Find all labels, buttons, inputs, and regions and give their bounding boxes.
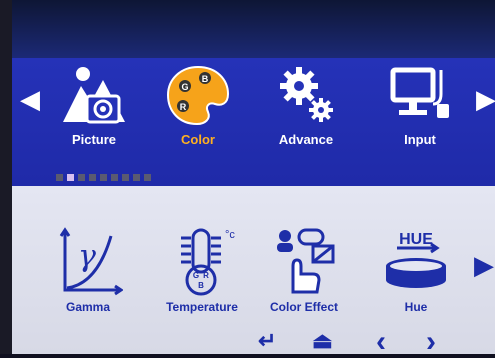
screen-bezel (0, 0, 495, 60)
page-dot (100, 174, 107, 181)
page-dot (56, 174, 63, 181)
hue-icon: HUE (386, 231, 446, 288)
exit-icon[interactable]: ⏏ (312, 330, 333, 352)
submenu-label: Hue (404, 300, 428, 314)
picture-icon (63, 67, 125, 124)
submenu-color-effect[interactable]: Color Effect (256, 226, 352, 322)
gears-icon (280, 67, 333, 122)
category-label: Advance (278, 132, 334, 147)
gamma-glyph: γ (78, 239, 96, 274)
page-dot (133, 174, 140, 181)
enter-icon[interactable]: ↵ (258, 330, 276, 352)
page-indicator (56, 168, 155, 181)
submenu-label: Temperature (166, 300, 238, 314)
page-dot (122, 174, 129, 181)
palette-letter: B (202, 74, 209, 84)
category-advance[interactable]: Advance (258, 64, 354, 154)
category-prev-arrow[interactable]: ◀ (20, 86, 40, 112)
hue-caption: HUE (399, 231, 433, 248)
page-dot (144, 174, 151, 181)
gamma-curve-icon: γ (59, 227, 123, 296)
page-dot (78, 174, 85, 181)
category-label: Color (181, 132, 215, 147)
category-input[interactable]: Input (372, 64, 468, 154)
prev-icon[interactable]: ‹ (376, 327, 386, 357)
palette-letter: R (180, 102, 187, 112)
screen-bezel-left (0, 0, 12, 354)
palette-letter: G (181, 82, 188, 92)
submenu-temperature[interactable]: °c G R B Temperature (154, 226, 250, 322)
page-dot (111, 174, 118, 181)
submenu-label: Gamma (65, 300, 111, 314)
page-dot (89, 174, 96, 181)
temperature-letter: B (198, 281, 204, 290)
category-label: Picture (71, 132, 117, 147)
next-icon[interactable]: › (426, 327, 436, 357)
temperature-unit: °c (225, 229, 235, 241)
category-label: Input (404, 132, 436, 147)
submenu-gamma[interactable]: γ Gamma (40, 226, 136, 322)
temperature-letter: G (193, 271, 199, 280)
color-effect-icon (277, 228, 335, 294)
thermometer-icon: °c G R B (181, 228, 235, 296)
category-picture[interactable]: Picture (46, 64, 142, 154)
page-dot-current (67, 174, 74, 181)
submenu-label: Color Effect (269, 300, 338, 314)
monitor-input-icon (390, 67, 449, 118)
palette-icon: B G R (166, 65, 230, 126)
submenu-hue[interactable]: HUE Hue (368, 226, 464, 322)
category-next-arrow[interactable]: ▶ (476, 86, 495, 112)
category-color[interactable]: B G R Color (150, 64, 246, 154)
submenu-next-arrow[interactable]: ▶ (474, 252, 494, 278)
temperature-letter: R (203, 271, 209, 280)
